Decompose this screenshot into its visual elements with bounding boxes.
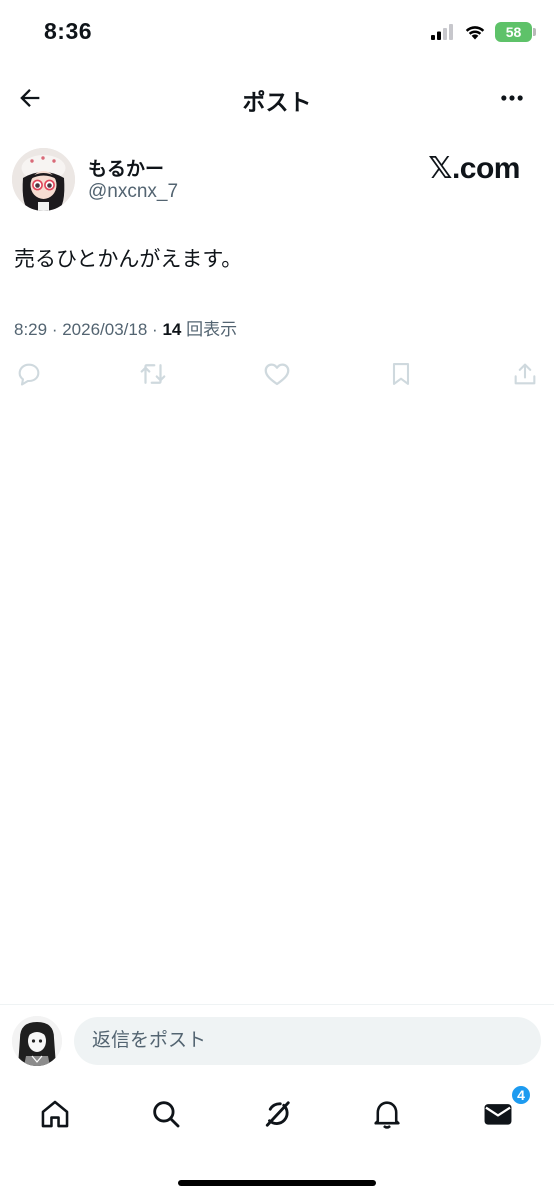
share-button[interactable] xyxy=(510,359,540,389)
more-horizontal-icon xyxy=(501,95,523,101)
meta-separator: · xyxy=(51,320,63,339)
post-text: 売るひとかんがえます。 xyxy=(14,248,243,271)
messages-icon xyxy=(484,1104,512,1125)
grok-icon xyxy=(265,1101,290,1127)
x-com-watermark: 𝕏.com xyxy=(428,152,520,185)
tab-grok[interactable] xyxy=(257,1094,297,1134)
author-display-name[interactable]: もるかー xyxy=(88,154,164,181)
reply-button[interactable] xyxy=(14,359,44,389)
repost-icon xyxy=(140,364,166,384)
repost-button[interactable] xyxy=(138,359,168,389)
post-metadata: 8:29 · 2026/03/18 · 14 回表示 xyxy=(14,315,237,340)
page-title: ポスト xyxy=(242,89,312,115)
views-label: 回表示 xyxy=(186,320,238,339)
current-user-avatar-image xyxy=(12,1016,62,1066)
search-icon xyxy=(153,1101,180,1128)
battery-level: 58 xyxy=(505,24,522,40)
post-date: 2026/03/18 xyxy=(62,320,148,339)
post-time: 8:29 xyxy=(14,320,48,339)
cellular-signal-icon xyxy=(431,24,453,40)
tab-messages[interactable]: 4 xyxy=(478,1084,532,1134)
bookmark-button[interactable] xyxy=(386,359,416,389)
author-avatar-image xyxy=(12,148,75,211)
status-time: 8:36 xyxy=(44,18,93,44)
reply-input[interactable] xyxy=(74,1017,541,1065)
messages-badge: 4 xyxy=(510,1084,532,1106)
wifi-icon xyxy=(465,26,485,40)
notifications-icon xyxy=(374,1101,400,1129)
reply-icon xyxy=(18,363,40,386)
tab-search[interactable] xyxy=(146,1094,186,1134)
top-navigation: ポスト xyxy=(0,70,554,126)
views-count: 14 xyxy=(162,320,182,339)
home-indicator xyxy=(178,1180,376,1186)
tab-home[interactable] xyxy=(35,1094,75,1134)
more-options-button[interactable] xyxy=(494,80,530,116)
battery-tip xyxy=(533,28,536,36)
bookmark-icon xyxy=(392,363,410,385)
author-handle[interactable]: @nxcnx_7 xyxy=(88,181,178,203)
current-user-avatar[interactable] xyxy=(12,1016,62,1066)
like-button[interactable] xyxy=(262,359,292,389)
meta-separator: · xyxy=(152,320,163,339)
post-author: もるかー @nxcnx_7 𝕏.com xyxy=(12,146,542,212)
post-detail-screen: 8:36 58 ポスト もるかー @nxcnx_7 𝕏.com 売るひとかんがえ… xyxy=(0,0,554,1200)
share-icon xyxy=(514,363,536,385)
home-icon xyxy=(41,1100,69,1128)
tab-notifications[interactable] xyxy=(367,1094,407,1134)
like-icon xyxy=(264,363,290,386)
status-icons: 58 xyxy=(431,22,536,42)
reply-divider xyxy=(0,1004,554,1005)
post-action-bar xyxy=(14,356,540,392)
battery-charging-icon: 58 xyxy=(495,22,536,42)
bottom-tab-bar: 4 xyxy=(0,1084,554,1142)
status-bar: 8:36 58 xyxy=(0,0,554,68)
author-avatar[interactable] xyxy=(12,148,75,211)
